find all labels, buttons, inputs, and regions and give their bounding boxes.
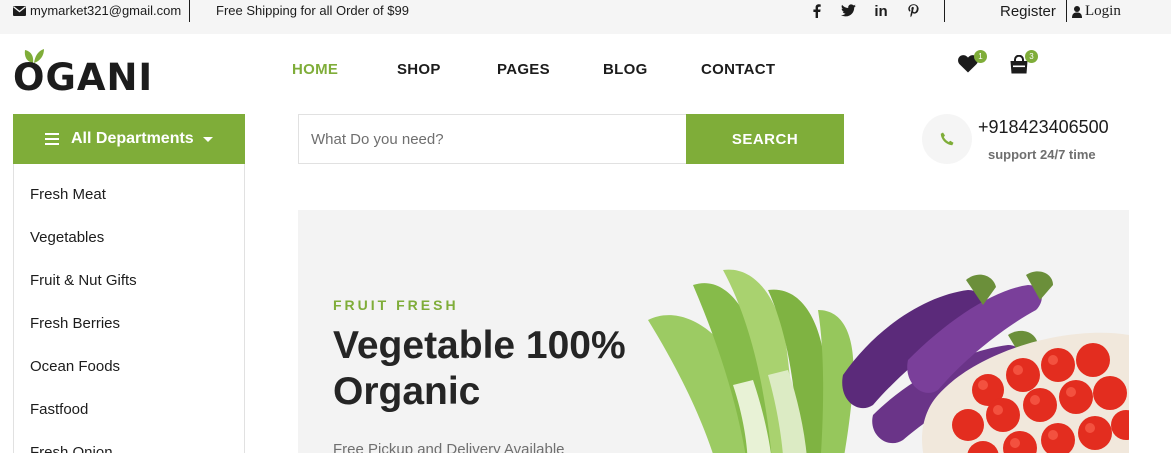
department-item[interactable]: Fresh Meat	[30, 186, 106, 203]
department-item[interactable]: Fresh Berries	[30, 315, 120, 332]
wishlist-count-badge: 1	[974, 50, 987, 63]
login-label: Login	[1085, 3, 1121, 19]
nav-shop[interactable]: SHOP	[397, 61, 441, 78]
menu-icon	[45, 133, 59, 145]
logo-text: OGANI	[13, 56, 154, 99]
department-item[interactable]: Fruit & Nut Gifts	[30, 272, 137, 289]
department-item[interactable]: Fastfood	[30, 401, 88, 418]
search-button[interactable]: SEARCH	[686, 114, 844, 164]
user-icon	[1072, 5, 1082, 18]
email-text: mymarket321@gmail.com	[30, 3, 182, 18]
hero-kicker: FRUIT FRESH	[333, 297, 459, 313]
phone-icon	[940, 132, 954, 146]
hero-banner[interactable]: FRUIT FRESH Vegetable 100% Organic Free …	[298, 210, 1129, 453]
search-box	[298, 114, 686, 164]
phone-support-text: support 24/7 time	[988, 147, 1096, 162]
top-bar: mymarket321@gmail.com Free Shipping for …	[0, 0, 1171, 34]
departments-list: Fresh Meat Vegetables Fruit & Nut Gifts …	[13, 164, 245, 453]
twitter-icon[interactable]	[840, 4, 856, 20]
divider	[944, 0, 945, 22]
divider	[189, 0, 190, 22]
logo[interactable]: OGANI	[13, 46, 154, 99]
shipping-notice: Free Shipping for all Order of $99	[216, 3, 409, 18]
wishlist-button[interactable]: 1	[958, 50, 987, 78]
divider	[1066, 0, 1067, 22]
envelope-icon	[13, 5, 26, 16]
nav-contact[interactable]: CONTACT	[701, 61, 775, 78]
departments-label: All Departments	[71, 130, 194, 147]
linkedin-icon[interactable]: in	[873, 4, 889, 20]
login-link[interactable]: Login	[1072, 3, 1121, 20]
cart-count-badge: 3	[1025, 50, 1038, 63]
phone-button[interactable]	[922, 114, 972, 164]
top-email[interactable]: mymarket321@gmail.com	[13, 3, 181, 18]
facebook-icon[interactable]	[809, 4, 825, 20]
department-item[interactable]: Vegetables	[30, 229, 104, 246]
nav-pages[interactable]: PAGES	[497, 61, 550, 78]
department-item[interactable]: Ocean Foods	[30, 358, 120, 375]
hero-title: Vegetable 100% Organic	[333, 324, 626, 413]
vegetables-image	[648, 269, 1129, 453]
cart-button[interactable]: 3	[1009, 50, 1038, 79]
hero-subtitle: Free Pickup and Delivery Available	[333, 441, 565, 453]
department-item[interactable]: Fresh Onion	[30, 444, 113, 453]
pinterest-icon[interactable]	[905, 4, 921, 20]
register-link[interactable]: Register	[1000, 3, 1056, 20]
nav-blog[interactable]: BLOG	[603, 61, 648, 78]
caret-down-icon	[202, 136, 213, 142]
nav-home[interactable]: HOME	[292, 61, 338, 78]
search-input[interactable]	[299, 115, 686, 163]
all-departments-button[interactable]: All Departments	[13, 114, 245, 164]
phone-number: +918423406500	[978, 117, 1109, 137]
